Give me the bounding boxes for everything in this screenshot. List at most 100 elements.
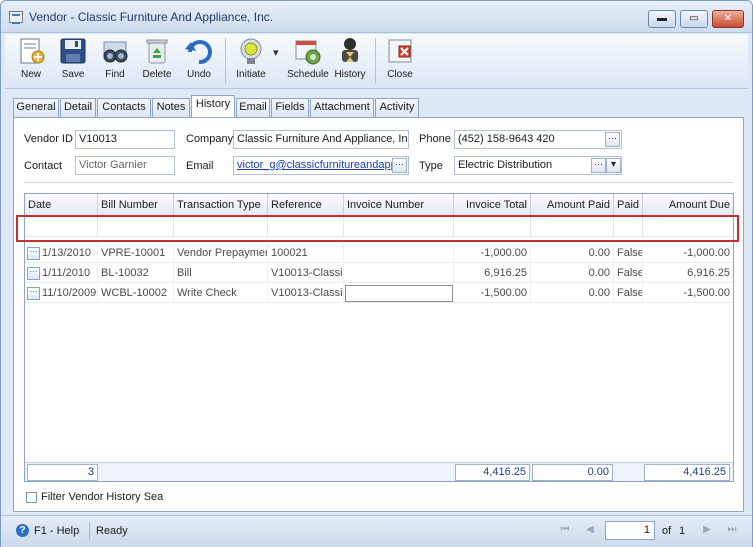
cell-amount-due: 6,916.25 [687, 267, 730, 279]
filter-cell[interactable] [614, 217, 643, 237]
tab-history[interactable]: History [191, 95, 235, 117]
type-value: Electric Distribution [458, 159, 553, 171]
table-row[interactable]: ··· 1/11/2010 BL-10032 Bill V10013-Class… [25, 264, 733, 283]
cell-amount-paid: 0.00 [531, 244, 614, 263]
filter-cell[interactable] [344, 217, 454, 237]
filter-cell[interactable] [25, 217, 98, 237]
column-header-invoice-total[interactable]: Invoice Total [454, 194, 531, 216]
help-hint[interactable]: F1 - Help [34, 525, 79, 537]
history-hourglass-icon [342, 38, 358, 62]
column-header-amount-paid[interactable]: Amount Paid [531, 194, 614, 216]
tab-general[interactable]: General [13, 98, 59, 117]
filter-cell[interactable] [454, 217, 531, 237]
row-lookup-button[interactable]: ··· [27, 267, 40, 280]
cell-transaction-type: Write Check [174, 284, 268, 303]
email-label: Email [186, 160, 214, 172]
schedule-button[interactable]: Schedule [287, 36, 329, 86]
email-ellipsis-button[interactable]: ··· [392, 158, 407, 173]
initiate-dropdown-arrow[interactable]: ▾ [273, 46, 279, 59]
new-button[interactable]: New [13, 36, 49, 86]
close-button[interactable]: Close [381, 36, 419, 86]
filter-vendor-history-label: Filter Vendor History Sea [41, 491, 164, 503]
row-lookup-button[interactable]: ··· [27, 247, 40, 260]
find-label: Find [105, 69, 125, 80]
column-header-paid[interactable]: Paid [614, 194, 643, 216]
cell-date: 1/13/2010 [40, 244, 98, 263]
phone-value: (452) 158-9643 420 [458, 133, 555, 145]
cell-paid: False [614, 284, 643, 303]
delete-label: Delete [142, 69, 172, 80]
find-button[interactable]: Find [97, 36, 133, 86]
save-button[interactable]: Save [55, 36, 91, 86]
maximize-button[interactable]: ▭ [680, 10, 708, 28]
column-header-amount-due[interactable]: Amount Due [643, 194, 733, 216]
phone-ellipsis-button[interactable]: ··· [605, 132, 620, 147]
tab-detail[interactable]: Detail [60, 98, 96, 117]
minimize-button[interactable]: ▬ [648, 10, 676, 28]
filter-cell[interactable] [643, 217, 733, 237]
phone-field[interactable]: (452) 158-9643 420 ··· [454, 130, 622, 149]
row-lookup-button[interactable]: ··· [27, 287, 40, 300]
filter-cell[interactable] [174, 217, 268, 237]
filter-vendor-history-checkbox[interactable] [26, 492, 37, 503]
tab-attachment[interactable]: Attachment [310, 98, 374, 117]
company-field[interactable]: Classic Furniture And Appliance, Inc [233, 130, 409, 149]
page-of-label: of [662, 525, 672, 537]
status-divider [89, 522, 90, 540]
vendor-id-label: Vendor ID [24, 133, 73, 145]
cell-bill-number: WCBL-10002 [98, 284, 174, 303]
close-window-button[interactable]: ✕ [712, 10, 744, 28]
history-button[interactable]: History [331, 36, 369, 86]
previous-page-icon[interactable]: ◀ [583, 523, 597, 537]
window-title: Vendor - Classic Furniture And Appliance… [29, 10, 274, 24]
initiate-button[interactable]: Initiate [231, 36, 271, 86]
email-field[interactable]: victor_g@classicfurnitureandapp ··· [233, 156, 409, 175]
column-header-bill-number[interactable]: Bill Number [98, 194, 174, 216]
email-value[interactable]: victor_g@classicfurnitureandapp [237, 159, 397, 171]
page-number-input[interactable]: 1 [605, 521, 655, 540]
tab-email[interactable]: Email [236, 98, 270, 117]
cell-invoice-total: -1,500.00 [454, 284, 531, 303]
grid-header: Date Bill Number Transaction Type Refere… [25, 194, 733, 216]
summary-count: 3 [27, 464, 98, 481]
undo-button[interactable]: Undo [181, 36, 217, 86]
cell-bill-number: BL-10032 [98, 264, 174, 283]
status-bar: ? F1 - Help Ready ⏮ ◀ 1 of 1 ▶ ⏭ [1, 515, 752, 547]
contact-field[interactable]: Victor Garnier [75, 156, 175, 175]
tab-fields[interactable]: Fields [271, 98, 309, 117]
cell-paid: False [614, 264, 643, 283]
chevron-down-icon[interactable]: ▾ [606, 158, 621, 173]
last-page-icon[interactable]: ⏭ [725, 523, 739, 537]
table-row[interactable]: ··· 11/10/2009 WCBL-10002 Write Check V1… [25, 284, 733, 303]
filter-cell[interactable] [531, 217, 614, 237]
type-select[interactable]: Electric Distribution ··· ▾ [454, 156, 622, 175]
column-header-transaction-type[interactable]: Transaction Type [174, 194, 268, 216]
cell-bill-number: VPRE-10001 [98, 244, 174, 263]
first-page-icon[interactable]: ⏮ [558, 523, 572, 537]
invoice-number-edit-input[interactable] [345, 285, 453, 302]
cell-transaction-type: Vendor Prepaymer [174, 244, 268, 263]
initiate-label: Initiate [236, 69, 266, 80]
schedule-label: Schedule [287, 69, 329, 80]
grid-filter-row[interactable] [25, 217, 733, 237]
filter-cell[interactable] [98, 217, 174, 237]
company-label: Company [186, 133, 234, 145]
tab-contacts[interactable]: Contacts [97, 98, 151, 117]
column-header-invoice-number[interactable]: Invoice Number [344, 194, 454, 216]
status-text: Ready [96, 525, 128, 537]
help-icon[interactable]: ? [16, 524, 29, 537]
next-page-icon[interactable]: ▶ [700, 523, 714, 537]
filter-cell[interactable] [268, 217, 344, 237]
tab-activity[interactable]: Activity [375, 98, 419, 117]
tab-notes[interactable]: Notes [152, 98, 190, 117]
cell-invoice-number [344, 244, 454, 263]
new-record-icon [20, 38, 45, 64]
type-ellipsis-button[interactable]: ··· [591, 158, 606, 173]
column-header-date[interactable]: Date [25, 194, 98, 216]
vendor-id-field[interactable]: V10013 [75, 130, 175, 149]
table-row[interactable]: ··· 1/13/2010 VPRE-10001 Vendor Prepayme… [25, 244, 733, 263]
cell-invoice-total: 6,916.25 [454, 264, 531, 283]
column-header-reference[interactable]: Reference [268, 194, 344, 216]
cell-transaction-type: Bill [174, 264, 268, 283]
delete-button[interactable]: Delete [139, 36, 175, 86]
